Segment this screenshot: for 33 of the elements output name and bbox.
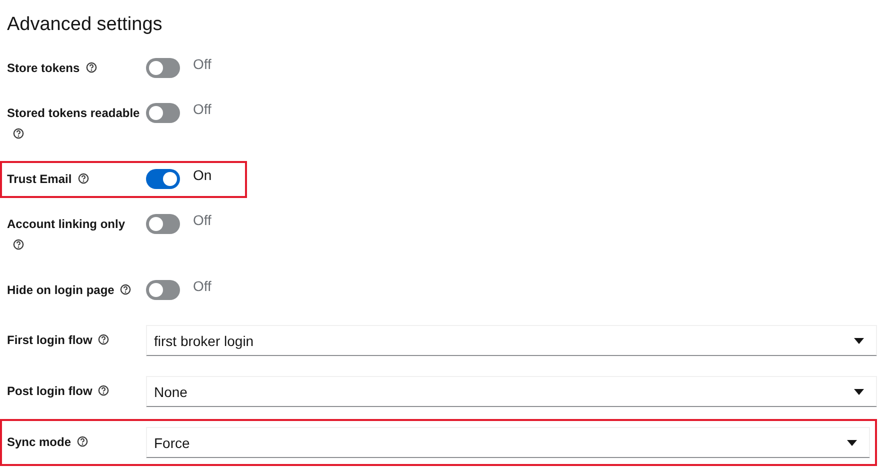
help-icon[interactable]	[13, 239, 24, 250]
help-icon[interactable]	[120, 284, 132, 295]
field-label: First login flow	[7, 330, 140, 351]
field-label: Account linking only	[7, 214, 140, 256]
section-title: Advanced settings	[7, 13, 164, 37]
toggle-state: Off	[193, 277, 212, 296]
field-label: Trust Email	[7, 169, 140, 190]
caret-icon	[854, 338, 864, 344]
help-icon[interactable]	[77, 436, 88, 447]
field-label: Stored tokens readable	[7, 103, 140, 145]
toggle-switch[interactable]	[146, 280, 180, 300]
help-icon[interactable]	[98, 334, 110, 345]
toggle-state: Off	[193, 100, 212, 119]
field-label: Hide on login page	[7, 280, 140, 301]
toggle-state: Off	[193, 55, 212, 74]
field-label: Store tokens	[7, 58, 140, 79]
field-label: Sync mode	[7, 432, 140, 453]
caret-icon	[847, 440, 857, 446]
toggle-state: On	[193, 166, 212, 185]
help-icon[interactable]	[78, 173, 89, 184]
help-icon[interactable]	[86, 62, 97, 73]
select-field[interactable]: Force	[146, 427, 870, 458]
caret-icon	[854, 388, 864, 394]
field-label: Post login flow	[7, 381, 140, 402]
select-field[interactable]: first broker login	[146, 325, 877, 356]
toggle-switch[interactable]	[146, 58, 180, 78]
toggle-switch[interactable]	[146, 169, 180, 189]
toggle-switch[interactable]	[146, 214, 180, 234]
help-icon[interactable]	[13, 128, 24, 139]
toggle-state: Off	[193, 211, 212, 230]
help-icon[interactable]	[98, 385, 110, 396]
select-field[interactable]: None	[146, 376, 877, 407]
toggle-switch[interactable]	[146, 103, 180, 123]
